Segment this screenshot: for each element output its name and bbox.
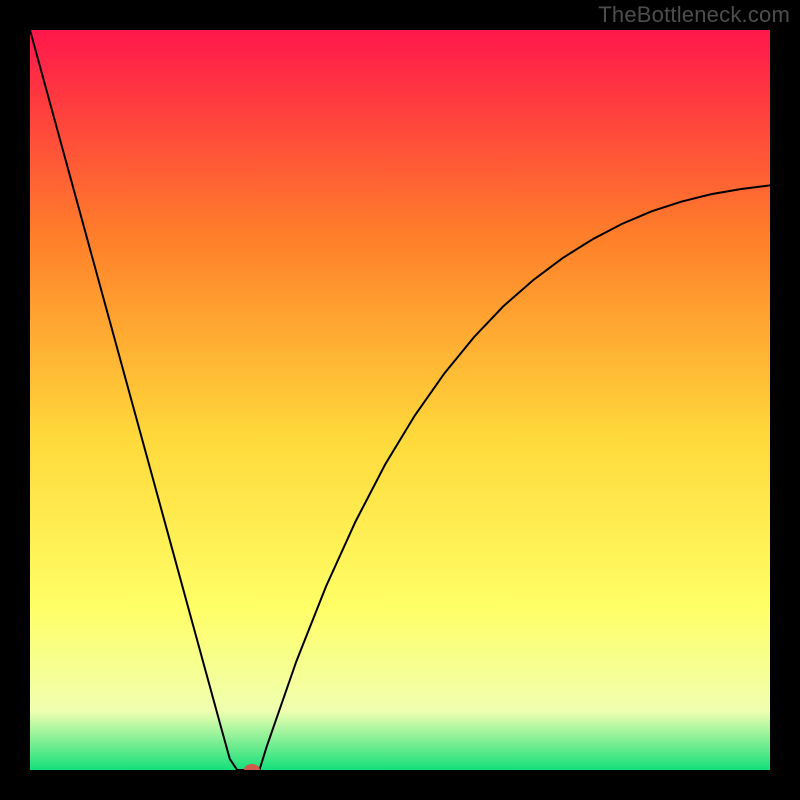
gradient-background — [30, 30, 770, 770]
watermark-text: TheBottleneck.com — [598, 2, 790, 28]
chart-frame: TheBottleneck.com — [0, 0, 800, 800]
plot-area — [30, 30, 770, 770]
chart-svg — [30, 30, 770, 770]
